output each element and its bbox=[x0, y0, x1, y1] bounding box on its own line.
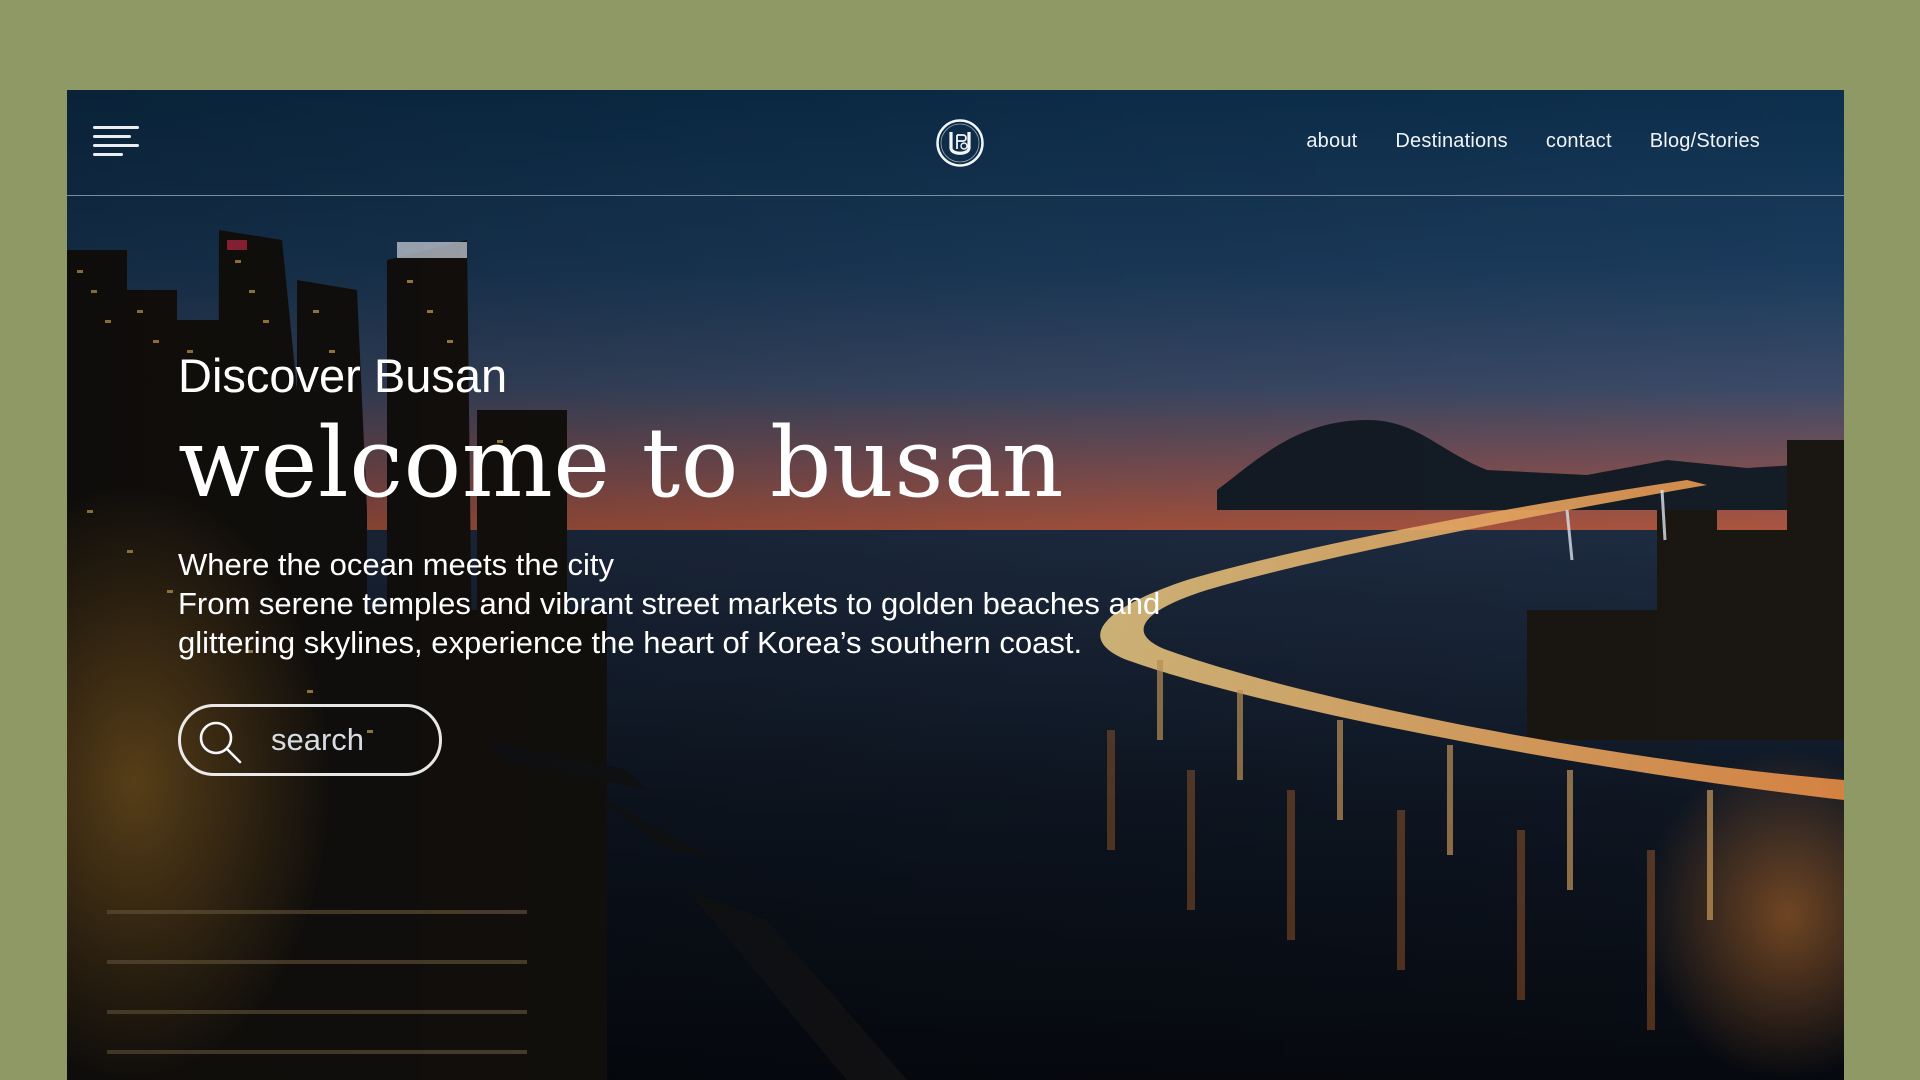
page: about Destinations contact Blog/Stories … bbox=[0, 0, 1920, 1080]
hero-description: From serene temples and vibrant street m… bbox=[178, 586, 1161, 660]
menu-icon bbox=[93, 126, 139, 129]
menu-icon-line bbox=[93, 135, 131, 138]
nav-link-blog-stories[interactable]: Blog/Stories bbox=[1650, 130, 1760, 153]
hero-eyebrow: Discover Busan bbox=[178, 349, 508, 402]
hero-tagline: Where the ocean meets the city bbox=[178, 547, 614, 582]
nav-link-destinations[interactable]: Destinations bbox=[1395, 130, 1507, 153]
hero-title: welcome to busan bbox=[178, 407, 1065, 519]
search-input[interactable] bbox=[271, 719, 431, 761]
search-icon bbox=[199, 721, 242, 764]
hero-content: Discover Busan welcome to busan Where th… bbox=[178, 352, 1378, 662]
menu-icon-line bbox=[93, 153, 123, 156]
menu-button[interactable] bbox=[93, 126, 139, 160]
search-box[interactable] bbox=[178, 704, 442, 776]
website-frame: about Destinations contact Blog/Stories … bbox=[67, 90, 1844, 1080]
site-header: about Destinations contact Blog/Stories bbox=[67, 90, 1844, 196]
main-nav: about Destinations contact Blog/Stories bbox=[1306, 130, 1760, 153]
nav-link-about[interactable]: about bbox=[1306, 130, 1357, 153]
nav-link-contact[interactable]: contact bbox=[1546, 130, 1612, 153]
menu-icon-line bbox=[93, 144, 139, 147]
logo-monogram[interactable] bbox=[935, 118, 985, 168]
